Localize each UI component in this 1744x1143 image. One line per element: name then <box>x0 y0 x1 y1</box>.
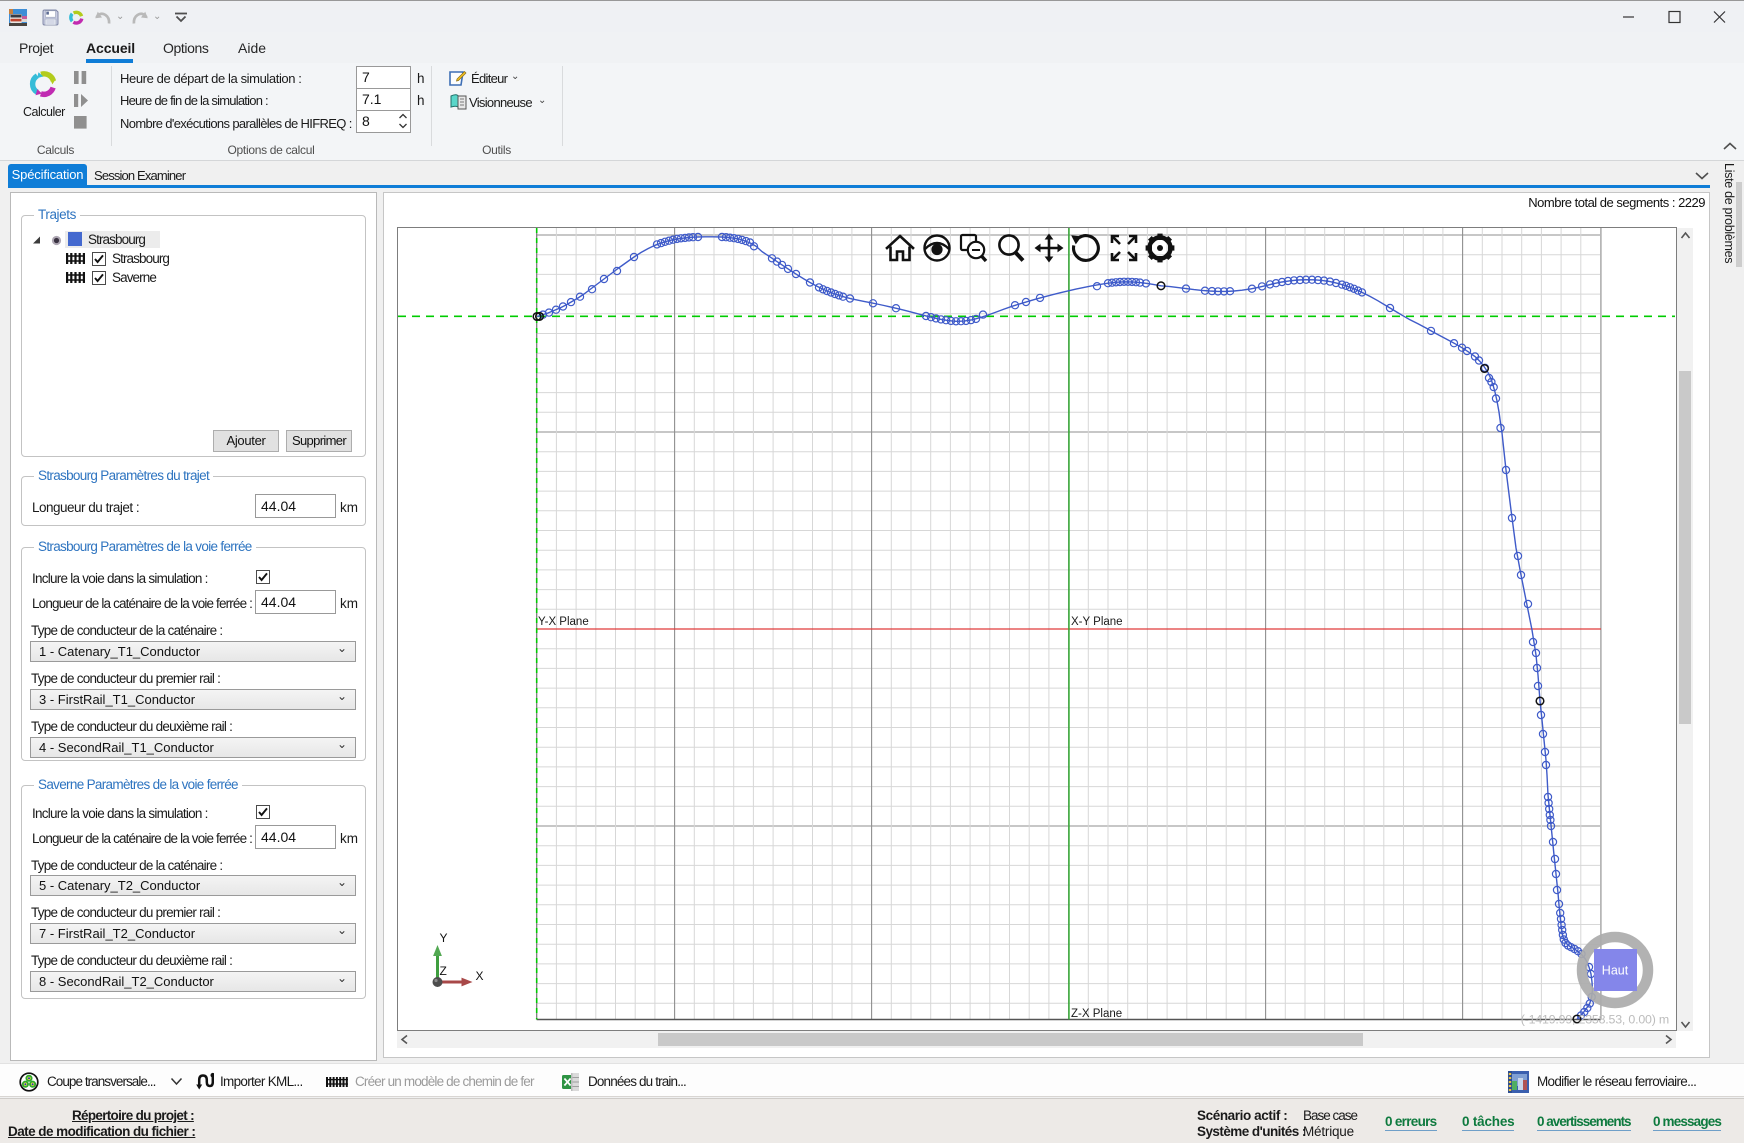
svg-text:X: X <box>476 969 484 983</box>
svg-text:Z-X Plane: Z-X Plane <box>1071 1008 1122 1020</box>
svg-text:Y: Y <box>440 931 448 945</box>
svg-text:(-1419.99, 2358.53, 0.00) m: (-1419.99, 2358.53, 0.00) m <box>1521 1013 1669 1027</box>
svg-text:Z: Z <box>440 964 447 978</box>
svg-text:X-Y Plane: X-Y Plane <box>1071 616 1123 628</box>
svg-text:Y-X Plane: Y-X Plane <box>538 616 589 628</box>
svg-text:Haut: Haut <box>1602 964 1629 978</box>
